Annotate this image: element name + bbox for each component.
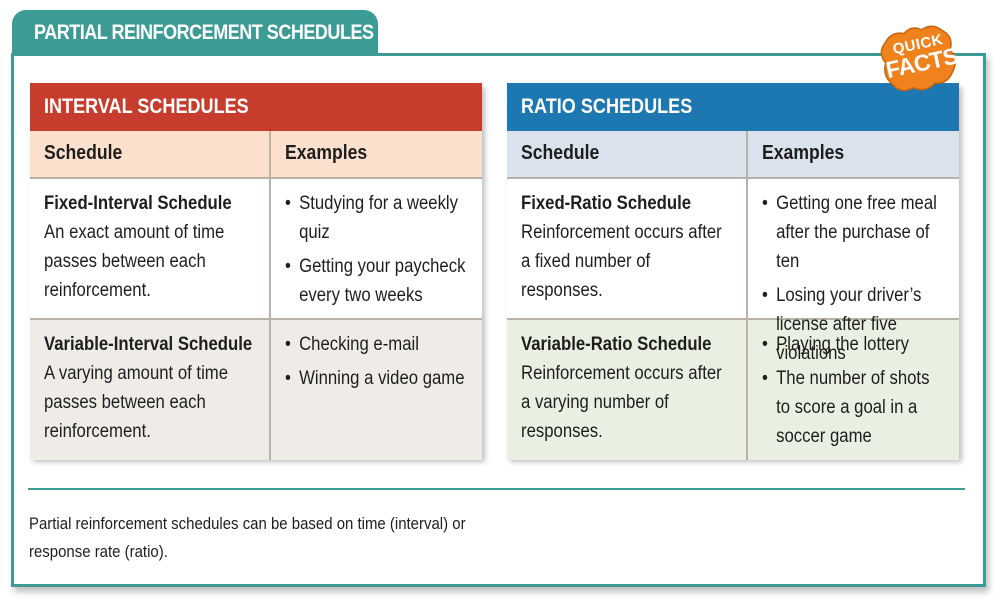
column-header-examples: Examples [285, 142, 368, 164]
schedule-name: Fixed-Interval Schedule [44, 193, 232, 214]
table-header-row: Schedule Examples [507, 131, 959, 177]
table-row: Variable-Interval Schedule A varying amo… [30, 318, 482, 460]
schedule-description: An exact amount of time passes between e… [44, 222, 225, 301]
example-item: Winning a video game [285, 364, 469, 393]
example-item: The number of shots to score a goal in a… [762, 364, 946, 451]
example-item: Checking e-mail [285, 330, 469, 359]
ratio-schedules-table: RATIO SCHEDULES Schedule Examples Fixed-… [507, 83, 959, 460]
example-item: Studying for a weekly quiz [285, 189, 469, 247]
interval-header: INTERVAL SCHEDULES [30, 83, 482, 131]
example-item: Getting one free meal after the purchase… [762, 189, 946, 276]
table-row: Variable-Ratio Schedule Reinforcement oc… [507, 318, 959, 460]
schedule-description: Reinforcement occurs after a varying num… [521, 363, 722, 442]
page-title: PARTIAL REINFORCEMENT SCHEDULES [34, 21, 374, 44]
schedule-description: A varying amount of time passes between … [44, 363, 229, 442]
quick-facts-badge: QUICK FACTS [876, 22, 962, 100]
caption: Partial reinforcement schedules can be b… [29, 514, 466, 561]
schedule-name: Fixed-Ratio Schedule [521, 193, 692, 214]
interval-schedules-table: INTERVAL SCHEDULES Schedule Examples Fix… [30, 83, 482, 460]
schedule-name: Variable-Ratio Schedule [521, 334, 712, 355]
table-row: Fixed-Ratio Schedule Reinforcement occur… [507, 177, 959, 364]
table-header-row: Schedule Examples [30, 131, 482, 177]
column-header-examples: Examples [762, 142, 845, 164]
example-item: Playing the lottery [762, 330, 946, 359]
column-header-schedule: Schedule [521, 142, 600, 164]
column-header-schedule: Schedule [44, 142, 123, 164]
schedule-description: Reinforcement occurs after a fixed numbe… [521, 222, 722, 301]
table-row: Fixed-Interval Schedule An exact amount … [30, 177, 482, 318]
schedule-name: Variable-Interval Schedule [44, 334, 253, 355]
title-tab: PARTIAL REINFORCEMENT SCHEDULES [12, 10, 378, 56]
example-item: Getting your paycheck every two weeks [285, 252, 469, 310]
divider [28, 488, 965, 490]
